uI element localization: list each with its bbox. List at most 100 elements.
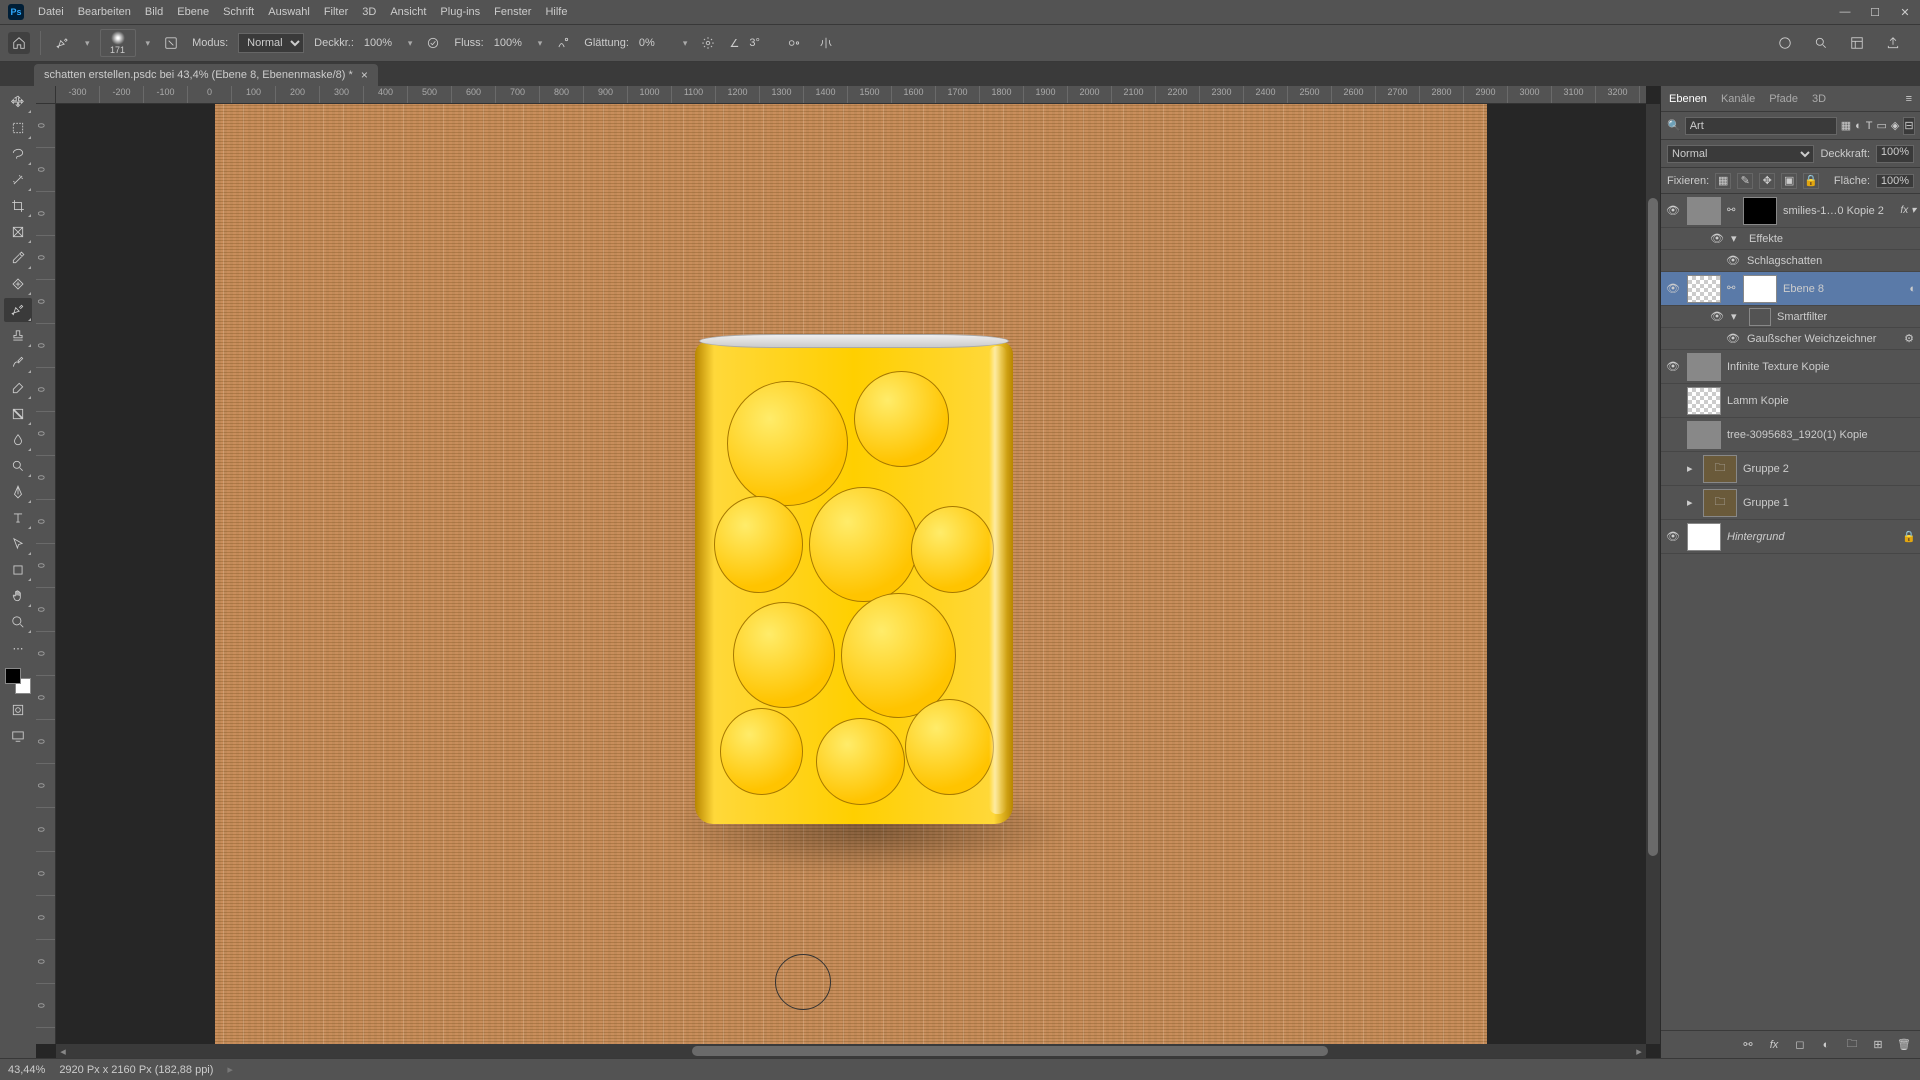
layer-name[interactable]: tree-3095683_1920(1) Kopie <box>1727 429 1916 441</box>
size-pressure-icon[interactable] <box>783 32 805 54</box>
visibility-icon[interactable]: 👁 <box>1709 232 1725 245</box>
canvas-stage[interactable] <box>56 104 1646 1044</box>
zoom-tool[interactable] <box>4 610 32 634</box>
layer-name[interactable]: Gruppe 1 <box>1743 497 1916 509</box>
horizontal-ruler[interactable]: -300-200-1000100200300400500600700800900… <box>56 86 1646 104</box>
layer-row[interactable]: tree-3095683_1920(1) Kopie <box>1661 418 1920 452</box>
layer-effect-row[interactable]: 👁Schlagschatten <box>1661 250 1920 272</box>
mask-link-icon[interactable]: ⚯ <box>1727 205 1737 216</box>
document-tab[interactable]: schatten erstellen.psdc bei 43,4% (Ebene… <box>34 64 378 86</box>
tab-kanaele[interactable]: Kanäle <box>1721 93 1755 105</box>
layer-filter-input[interactable] <box>1685 117 1837 135</box>
path-select-tool[interactable] <box>4 532 32 556</box>
lock-pixels-icon[interactable]: ✎ <box>1737 173 1753 189</box>
menu-fenster[interactable]: Fenster <box>494 6 531 18</box>
tool-preset-dropdown[interactable]: ▾ <box>85 38 90 49</box>
visibility-icon[interactable]: 👁 <box>1665 360 1681 373</box>
smart-filter-icon[interactable]: ◐ <box>1909 283 1916 295</box>
blur-tool[interactable] <box>4 428 32 452</box>
close-tab-icon[interactable]: × <box>361 68 368 82</box>
menu-bearbeiten[interactable]: Bearbeiten <box>78 6 131 18</box>
brush-panel-icon[interactable] <box>160 32 182 54</box>
pen-tool[interactable] <box>4 480 32 504</box>
workspace-icon[interactable] <box>1846 32 1868 54</box>
blend-mode-select[interactable]: Normal <box>238 33 304 53</box>
layer-name[interactable]: smilies-1…0 Kopie 2 <box>1783 205 1894 217</box>
layer-name[interactable]: Lamm Kopie <box>1727 395 1916 407</box>
visibility-icon[interactable]: 👁 <box>1665 282 1681 295</box>
visibility-icon[interactable]: 👁 <box>1709 310 1725 323</box>
window-minimize-icon[interactable]: — <box>1838 6 1852 19</box>
eraser-tool[interactable] <box>4 376 32 400</box>
filter-pixel-icon[interactable]: ▦ <box>1841 117 1851 135</box>
menu-datei[interactable]: Datei <box>38 6 64 18</box>
smoothing-input[interactable] <box>639 37 673 49</box>
move-tool[interactable] <box>4 90 32 114</box>
filter-shape-icon[interactable]: ▭ <box>1877 117 1887 135</box>
new-layer-icon[interactable]: ⊞ <box>1870 1037 1886 1053</box>
menu-ansicht[interactable]: Ansicht <box>390 6 426 18</box>
filter-toggle[interactable]: ⊟ <box>1903 117 1914 135</box>
lock-all-icon[interactable]: 🔒 <box>1803 173 1819 189</box>
layer-row[interactable]: 👁Hintergrund🔒 <box>1661 520 1920 554</box>
layer-effect-row[interactable]: 👁Gaußscher Weichzeichner⚙ <box>1661 328 1920 350</box>
lock-position-icon[interactable]: ✥ <box>1759 173 1775 189</box>
lasso-tool[interactable] <box>4 142 32 166</box>
opacity-pressure-icon[interactable] <box>422 32 444 54</box>
cloud-docs-icon[interactable] <box>1774 32 1796 54</box>
visibility-icon[interactable]: 👁 <box>1665 204 1681 217</box>
doc-info[interactable]: 2920 Px x 2160 Px (182,88 ppi) <box>59 1064 213 1076</box>
current-tool-icon[interactable] <box>51 31 75 55</box>
layer-opacity-input[interactable]: 100% <box>1876 145 1914 163</box>
layer-effect-row[interactable]: 👁▾Effekte <box>1661 228 1920 250</box>
stamp-tool[interactable] <box>4 324 32 348</box>
opacity-input[interactable] <box>364 37 398 49</box>
healing-tool[interactable] <box>4 272 32 296</box>
marquee-tool[interactable] <box>4 116 32 140</box>
tab-ebenen[interactable]: Ebenen <box>1669 93 1707 105</box>
menu-bild[interactable]: Bild <box>145 6 163 18</box>
eyedropper-tool[interactable] <box>4 246 32 270</box>
vertical-ruler[interactable]: 000000000000000000000 <box>36 104 56 1044</box>
filter-smart-icon[interactable]: ◈ <box>1891 117 1899 135</box>
layer-fx-icon[interactable]: fx <box>1766 1037 1782 1053</box>
color-swatches[interactable] <box>5 668 31 694</box>
filter-adjust-icon[interactable]: ◐ <box>1855 117 1862 135</box>
layer-row[interactable]: 👁 ⚯ smilies-1…0 Kopie 2 fx ▾ <box>1661 194 1920 228</box>
layer-row[interactable]: Lamm Kopie <box>1661 384 1920 418</box>
search-icon[interactable] <box>1810 32 1832 54</box>
smoothing-options-icon[interactable] <box>697 32 719 54</box>
shape-tool[interactable] <box>4 558 32 582</box>
history-brush-tool[interactable] <box>4 350 32 374</box>
visibility-icon[interactable]: 👁 <box>1665 530 1681 543</box>
vertical-scrollbar[interactable] <box>1646 104 1660 1044</box>
layer-name[interactable]: Ebene 8 <box>1783 283 1899 295</box>
zoom-readout[interactable]: 43,44% <box>8 1064 45 1076</box>
layer-name[interactable]: Infinite Texture Kopie <box>1727 361 1916 373</box>
filter-options-icon[interactable]: ⚙ <box>1904 332 1914 345</box>
type-tool[interactable] <box>4 506 32 530</box>
flow-input[interactable] <box>494 37 528 49</box>
layer-row[interactable]: ▸🗀Gruppe 1 <box>1661 486 1920 520</box>
layer-mask-thumb[interactable] <box>1743 197 1777 225</box>
airbrush-icon[interactable] <box>552 32 574 54</box>
tab-pfade[interactable]: Pfade <box>1769 93 1798 105</box>
crop-tool[interactable] <box>4 194 32 218</box>
window-maximize-icon[interactable]: ☐ <box>1868 6 1882 19</box>
quickmask-icon[interactable] <box>6 700 30 720</box>
fill-input[interactable]: 100% <box>1876 174 1914 188</box>
layer-name[interactable]: Gruppe 2 <box>1743 463 1916 475</box>
fx-badge[interactable]: fx ▾ <box>1900 205 1916 216</box>
panel-menu-icon[interactable]: ≡ <box>1906 93 1912 105</box>
layer-row[interactable]: ▸🗀Gruppe 2 <box>1661 452 1920 486</box>
menu-ebene[interactable]: Ebene <box>177 6 209 18</box>
adjustment-layer-icon[interactable]: ◐ <box>1818 1037 1834 1053</box>
edit-toolbar[interactable]: ⋯ <box>4 636 32 660</box>
frame-tool[interactable] <box>4 220 32 244</box>
layer-mask-thumb[interactable] <box>1743 275 1777 303</box>
symmetry-icon[interactable] <box>815 32 837 54</box>
filter-type-icon[interactable]: T <box>1866 117 1873 135</box>
visibility-icon[interactable]: 👁 <box>1725 332 1741 345</box>
ruler-origin[interactable] <box>36 86 56 104</box>
share-icon[interactable] <box>1882 32 1904 54</box>
